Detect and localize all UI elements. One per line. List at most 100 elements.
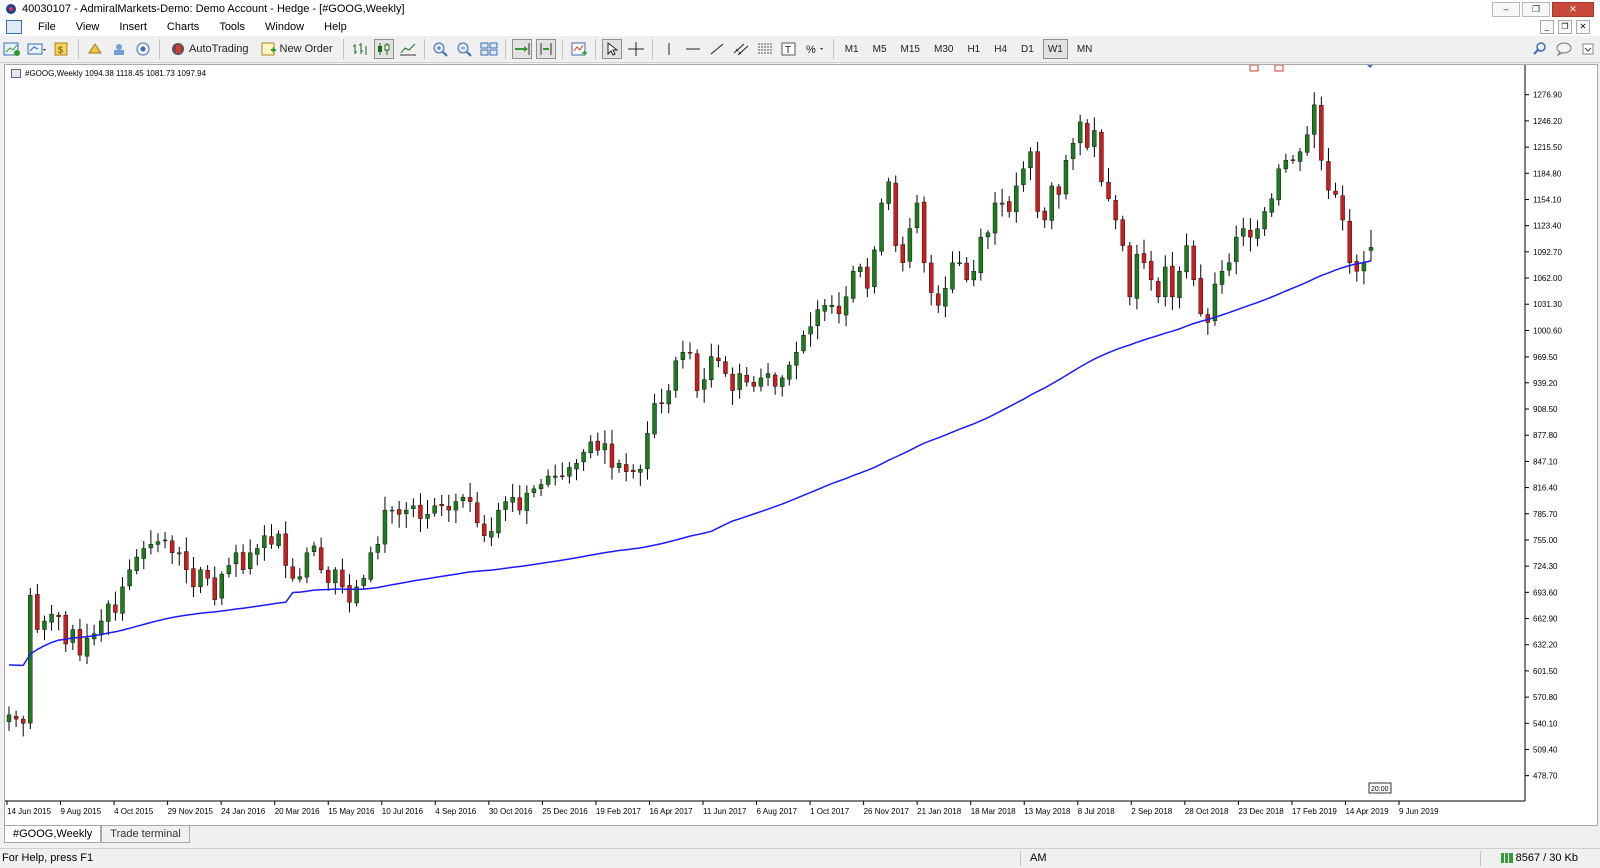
bull-candle xyxy=(1241,228,1246,237)
menu-charts[interactable]: Charts xyxy=(157,21,209,33)
status-divider xyxy=(1020,851,1021,866)
candlestick-chart[interactable]: 1276.90 1246.20 1215.50 1184.80 1154.10 1123.… xyxy=(5,65,1597,825)
bull-candle xyxy=(411,505,416,509)
cursor-tool-icon[interactable] xyxy=(601,39,622,59)
y-tick-label: 969.50 xyxy=(1533,353,1558,362)
bar-chart-icon[interactable] xyxy=(350,39,370,59)
timeframe-m5[interactable]: M5 xyxy=(868,39,892,59)
timeframe-w1[interactable]: W1 xyxy=(1042,39,1068,59)
zoom-out-icon[interactable] xyxy=(455,39,475,59)
chart-window[interactable]: #GOOG,Weekly 1094.38 1118.45 1081.73 109… xyxy=(4,64,1598,826)
bear-candle xyxy=(517,497,522,511)
bull-candle xyxy=(1255,228,1260,239)
x-tick-label: 26 Nov 2017 xyxy=(864,807,910,816)
event-marker xyxy=(1249,65,1259,72)
timeframe-m15[interactable]: M15 xyxy=(896,39,925,59)
tile-windows-icon[interactable] xyxy=(479,39,499,59)
timeframe-h1[interactable]: H1 xyxy=(962,39,985,59)
bull-candle xyxy=(808,326,813,335)
bear-candle xyxy=(1340,195,1345,221)
bear-candle xyxy=(446,505,452,511)
y-tick-label: 785.70 xyxy=(1533,510,1558,519)
signals-icon[interactable] xyxy=(133,39,153,59)
toolbar-separator xyxy=(832,39,834,59)
bear-candle xyxy=(1141,253,1147,263)
toolbar-separator xyxy=(594,39,596,59)
bull-candle xyxy=(538,484,544,490)
bear-candle xyxy=(396,509,402,515)
arrows-tool-icon[interactable]: % xyxy=(803,39,827,59)
bull-candle xyxy=(992,202,998,234)
menu-tools[interactable]: Tools xyxy=(209,21,255,33)
minimize-button[interactable]: ‒ xyxy=(1492,2,1520,17)
menu-insert[interactable]: Insert xyxy=(109,21,157,33)
terminal-icon[interactable] xyxy=(109,39,129,59)
bear-candle xyxy=(1099,131,1104,182)
y-tick-label: 632.20 xyxy=(1533,641,1558,650)
bull-candle xyxy=(503,501,508,510)
timeframe-h4[interactable]: H4 xyxy=(989,39,1012,59)
timeframe-m1[interactable]: M1 xyxy=(840,39,864,59)
connection-status[interactable]: 8567 / 30 Kb xyxy=(1500,852,1578,864)
restore-button[interactable]: ❐ xyxy=(1522,2,1550,17)
search-icon[interactable] xyxy=(1530,39,1550,59)
line-chart-icon[interactable] xyxy=(398,39,418,59)
timeframe-d1[interactable]: D1 xyxy=(1016,39,1039,59)
y-tick-label: 847.10 xyxy=(1533,457,1558,466)
mdi-window-icon[interactable] xyxy=(6,20,22,34)
bull-candle xyxy=(574,462,579,470)
bull-candle xyxy=(141,548,146,559)
menu-file[interactable]: File xyxy=(28,21,66,33)
timeframe-mn[interactable]: MN xyxy=(1072,39,1098,59)
bull-candle xyxy=(567,467,572,477)
navigator-icon[interactable] xyxy=(85,39,105,59)
text-tool-icon[interactable]: T xyxy=(779,39,799,59)
menu-view[interactable]: View xyxy=(66,21,110,33)
x-tick-label: 9 Jun 2019 xyxy=(1399,807,1439,816)
bear-candle xyxy=(1326,161,1331,191)
bull-candle xyxy=(666,390,671,405)
menu-window[interactable]: Window xyxy=(255,21,314,33)
candlestick-chart-icon[interactable] xyxy=(373,39,394,59)
zoom-in-icon[interactable] xyxy=(431,39,451,59)
vertical-line-icon[interactable] xyxy=(659,39,679,59)
market-watch-icon[interactable]: $ xyxy=(52,39,72,59)
bear-candle xyxy=(936,293,941,306)
menu-help[interactable]: Help xyxy=(314,21,357,33)
mdi-close-button[interactable]: ✕ xyxy=(1576,20,1590,34)
timeframe-m30[interactable]: M30 xyxy=(929,39,958,59)
mdi-minimize-button[interactable]: _ xyxy=(1540,20,1554,34)
new-order-button[interactable]: New Order xyxy=(257,39,337,59)
close-button[interactable]: ✕ xyxy=(1552,2,1594,17)
autotrading-button[interactable]: AutoTrading xyxy=(166,39,253,59)
bull-candle xyxy=(1184,245,1189,273)
profiles-icon[interactable] xyxy=(26,39,48,59)
chart-shift-icon[interactable] xyxy=(535,39,556,59)
menu-bar: File View Insert Charts Tools Window Hel… xyxy=(0,18,1600,36)
fibonacci-icon[interactable] xyxy=(755,39,775,59)
tab-trade-terminal[interactable]: Trade terminal xyxy=(101,826,190,843)
event-marker xyxy=(1274,65,1284,72)
horizontal-line-icon[interactable] xyxy=(683,39,703,59)
bull-candle xyxy=(382,509,388,545)
bear-candle xyxy=(1290,159,1296,161)
bull-candle xyxy=(1177,271,1182,298)
bull-candle xyxy=(524,492,530,511)
trendline-icon[interactable] xyxy=(707,39,727,59)
tab-goog-weekly[interactable]: #GOOG,Weekly xyxy=(4,826,102,843)
bull-candle xyxy=(1368,247,1374,251)
crosshair-tool-icon[interactable] xyxy=(626,39,646,59)
mdi-restore-button[interactable]: ❐ xyxy=(1558,20,1572,34)
bull-candle xyxy=(801,334,806,352)
chat-icon[interactable] xyxy=(1554,39,1574,59)
bull-candle xyxy=(1262,211,1267,230)
new-chart-icon[interactable] xyxy=(2,39,22,59)
equidistant-channel-icon[interactable] xyxy=(731,39,751,59)
toolbar-options-icon[interactable] xyxy=(1578,39,1598,59)
y-tick-label: 662.90 xyxy=(1533,615,1558,624)
indicators-icon[interactable] xyxy=(569,39,589,59)
x-tick-label: 18 Mar 2018 xyxy=(971,807,1016,816)
bull-candle xyxy=(255,548,260,555)
auto-scroll-icon[interactable] xyxy=(511,39,532,59)
bull-candle xyxy=(162,539,168,542)
